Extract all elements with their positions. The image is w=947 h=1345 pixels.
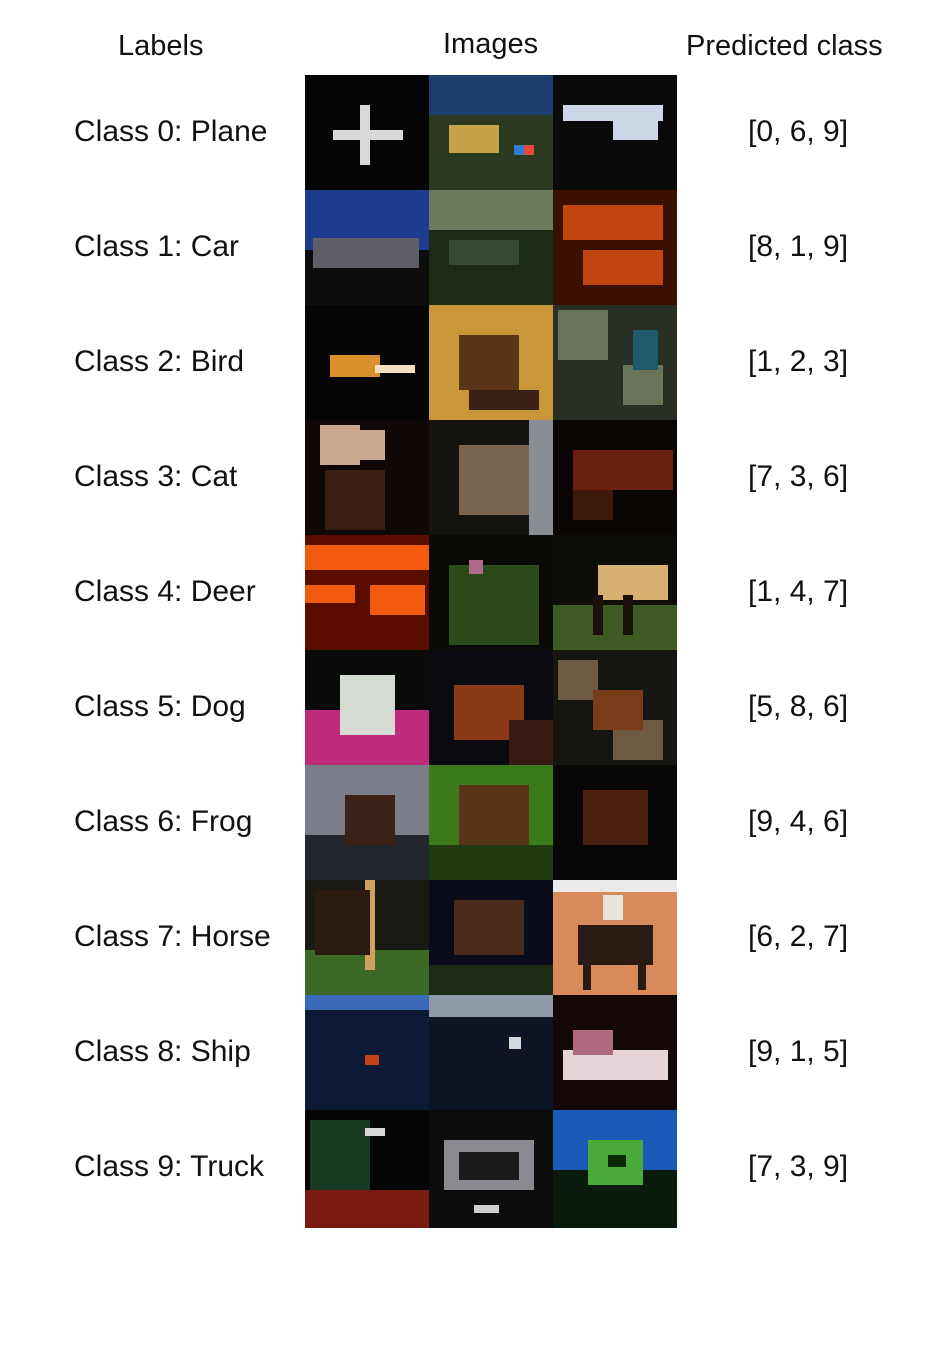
predicted-class: [6, 2, 7]	[748, 920, 849, 953]
header-predicted-class: Predicted class	[686, 30, 883, 62]
image-strip	[305, 75, 677, 193]
class-row: Class 9: Truck [7, 3, 9]	[0, 1110, 947, 1228]
sample-image-dark-frog	[553, 765, 677, 883]
image-strip	[305, 420, 677, 538]
sample-image-green-truck-blue-sky	[553, 1110, 677, 1228]
sample-image-frog-grey-bg	[305, 765, 429, 883]
sample-image-horse-dark	[429, 880, 553, 998]
class-label: Class 9: Truck	[74, 1150, 265, 1183]
sample-image-car-on-blue-sky	[305, 190, 429, 308]
image-strip	[305, 1110, 677, 1228]
image-strip	[305, 535, 677, 653]
header-labels: Labels	[118, 30, 204, 62]
sample-image-horse-head-grass	[305, 880, 429, 998]
sample-image-rider-on-horse	[553, 880, 677, 998]
class-row: Class 0: Plane [0, 6, 9]	[0, 75, 947, 193]
sample-image-red-orange-scene	[305, 535, 429, 653]
class-label: Class 7: Horse	[74, 920, 271, 953]
predicted-class: [9, 4, 6]	[748, 805, 849, 838]
sample-image-bird-on-dark	[305, 305, 429, 423]
sample-image-dog-in-foliage	[553, 650, 677, 768]
sample-image-deer-in-grass	[429, 535, 553, 653]
class-row: Class 3: Cat [7, 3, 6]	[0, 420, 947, 538]
sample-image-airliner	[553, 75, 677, 193]
sample-image-brown-dog	[429, 650, 553, 768]
class-row: Class 2: Bird [1, 2, 3]	[0, 305, 947, 423]
predicted-class: [5, 8, 6]	[748, 690, 849, 723]
class-label: Class 6: Frog	[74, 805, 253, 838]
sample-image-brown-cat	[553, 420, 677, 538]
sample-image-brown-bird-yellow-bg	[429, 305, 553, 423]
predicted-class: [0, 6, 9]	[748, 115, 849, 148]
class-row: Class 8: Ship [9, 1, 5]	[0, 995, 947, 1113]
class-row: Class 5: Dog [5, 8, 6]	[0, 650, 947, 768]
predicted-class: [7, 3, 6]	[748, 460, 849, 493]
image-strip	[305, 305, 677, 423]
sample-image-plane-on-dark	[305, 75, 429, 193]
predicted-class: [1, 2, 3]	[748, 345, 849, 378]
sample-image-bird-in-foliage	[553, 305, 677, 423]
sample-image-frog-green-leaves	[429, 765, 553, 883]
predicted-class: [1, 4, 7]	[748, 575, 849, 608]
class-row: Class 4: Deer [1, 4, 7]	[0, 535, 947, 653]
class-label: Class 3: Cat	[74, 460, 238, 493]
class-label: Class 1: Car	[74, 230, 240, 263]
sample-image-forest-road	[429, 190, 553, 308]
image-strip	[305, 995, 677, 1113]
class-label: Class 0: Plane	[74, 115, 268, 148]
predicted-class: [9, 1, 5]	[748, 1035, 849, 1068]
class-label: Class 8: Ship	[74, 1035, 251, 1068]
sample-image-red-orange-car	[553, 190, 677, 308]
class-label: Class 2: Bird	[74, 345, 245, 378]
predicted-class: [7, 3, 9]	[748, 1150, 849, 1183]
predicted-class: [8, 1, 9]	[748, 230, 849, 263]
class-label: Class 4: Deer	[74, 575, 256, 608]
header-images: Images	[443, 28, 539, 60]
class-label: Class 5: Dog	[74, 690, 246, 723]
sample-image-pale-deer-on-grass	[553, 535, 677, 653]
image-strip	[305, 765, 677, 883]
class-row: Class 6: Frog [9, 4, 6]	[0, 765, 947, 883]
class-row: Class 7: Horse [6, 2, 7]	[0, 880, 947, 998]
sample-image-dark-water	[429, 995, 553, 1113]
sample-image-white-dog-pink-bg	[305, 650, 429, 768]
sample-image-pink-white-boat	[553, 995, 677, 1113]
image-strip	[305, 650, 677, 768]
class-row: Class 1: Car [8, 1, 9]	[0, 190, 947, 308]
image-strip	[305, 880, 677, 998]
sample-image-cat-dark	[305, 420, 429, 538]
sample-image-dark-truck	[305, 1110, 429, 1228]
sample-image-truck-front	[429, 1110, 553, 1228]
image-strip	[305, 190, 677, 308]
sample-image-tabby-cat	[429, 420, 553, 538]
sample-image-landscape-with-flag	[429, 75, 553, 193]
sample-image-city-harbor	[305, 995, 429, 1113]
